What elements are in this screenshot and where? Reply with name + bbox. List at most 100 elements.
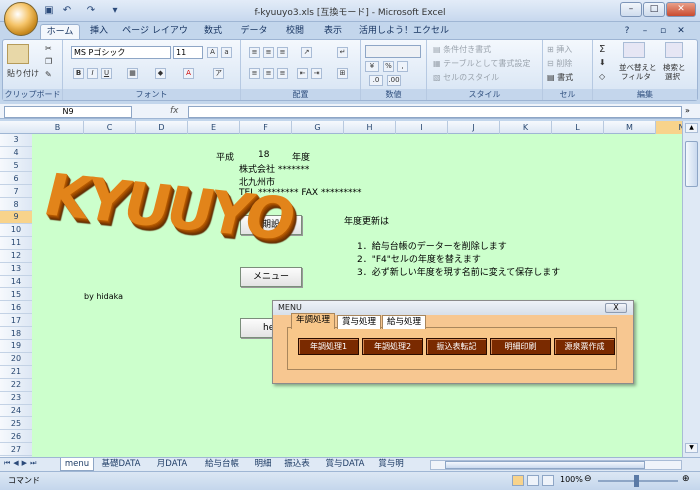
row-header-11[interactable]: 11 [0, 237, 32, 250]
sheet-tab-7[interactable]: 賞与明 [374, 458, 408, 471]
orientation-icon[interactable]: ↗ [301, 47, 312, 58]
row-header-4[interactable]: 4 [0, 147, 32, 160]
column-header-M[interactable]: M [604, 121, 656, 134]
clear-icon[interactable]: ◇ [599, 72, 605, 81]
column-header-G[interactable]: G [292, 121, 344, 134]
horizontal-scrollbar[interactable] [430, 460, 682, 470]
page-break-view-icon[interactable] [542, 475, 554, 486]
row-header-26[interactable]: 26 [0, 431, 32, 444]
row-header-24[interactable]: 24 [0, 405, 32, 418]
align-center-icon[interactable]: ≡ [263, 68, 274, 79]
paste-button[interactable]: 貼り付け [7, 68, 39, 79]
scroll-up-icon[interactable]: ▲ [685, 123, 698, 133]
row-header-12[interactable]: 12 [0, 250, 32, 263]
ribbon-restore-icon[interactable]: ▫ [656, 24, 670, 39]
minimize-button[interactable]: – [620, 2, 642, 17]
nenchou-2-button[interactable]: 年調処理2 [362, 338, 423, 355]
row-header-23[interactable]: 23 [0, 392, 32, 405]
row-header-6[interactable]: 6 [0, 173, 32, 186]
row-header-25[interactable]: 25 [0, 418, 32, 431]
normal-view-icon[interactable] [512, 475, 524, 486]
font-size-select[interactable]: 11 [173, 46, 203, 59]
column-header-D[interactable]: D [136, 121, 188, 134]
expand-formula-icon[interactable]: » [685, 106, 690, 115]
currency-icon[interactable]: ¥ [365, 61, 379, 72]
row-header-3[interactable]: 3 [0, 134, 32, 147]
merge-center-icon[interactable]: ⊞ [337, 68, 348, 79]
sheet-tab-1[interactable]: 基礎DATA [94, 458, 148, 471]
paste-icon[interactable] [7, 44, 29, 64]
sheet-nav-icon[interactable]: ⏮◀▶⏭ [4, 459, 39, 468]
column-header-L[interactable]: L [552, 121, 604, 134]
format-cells-button[interactable]: ▤ 書式 [547, 72, 573, 83]
tab-nenchou[interactable]: 年調処理 [291, 313, 336, 329]
office-button[interactable] [4, 2, 38, 36]
number-format-select[interactable] [365, 45, 421, 58]
page-layout-view-icon[interactable] [527, 475, 539, 486]
row-header-19[interactable]: 19 [0, 340, 32, 353]
column-header-E[interactable]: E [188, 121, 240, 134]
tab-kyuyo[interactable]: 給与処理 [382, 315, 427, 329]
tab-data[interactable]: データ [234, 24, 274, 39]
increase-decimal-icon[interactable]: .0 [369, 75, 383, 86]
dialog-close-button[interactable]: X [605, 303, 627, 313]
sheet-tab-3[interactable]: 給与台帳 [196, 458, 248, 471]
percent-button[interactable]: % [383, 61, 394, 72]
row-header-10[interactable]: 10 [0, 224, 32, 237]
zoom-out-icon[interactable]: ⊖ [584, 474, 592, 484]
row-header-22[interactable]: 22 [0, 379, 32, 392]
maximize-button[interactable]: □ [643, 2, 665, 17]
column-header-B[interactable]: B [32, 121, 84, 134]
conditional-format-button[interactable]: ▤ 条件付き書式 [433, 44, 491, 55]
ribbon-close-icon[interactable]: ✕ [674, 24, 688, 39]
redo-icon[interactable]: ↷ [84, 5, 98, 17]
row-header-27[interactable]: 27 [0, 444, 32, 457]
menu-button[interactable]: メニュー [240, 267, 302, 287]
vertical-scrollbar[interactable]: ▲ ▼ [682, 121, 700, 457]
quick-access-dropdown-icon[interactable]: ▾ [108, 5, 122, 17]
align-right-icon[interactable]: ≡ [277, 68, 288, 79]
row-header-21[interactable]: 21 [0, 366, 32, 379]
fill-icon[interactable]: ⬇ [599, 58, 606, 67]
scroll-thumb[interactable] [685, 141, 698, 187]
underline-button[interactable]: U [101, 68, 112, 79]
close-button[interactable]: ✕ [666, 2, 696, 17]
row-header-5[interactable]: 5 [0, 160, 32, 173]
tab-home[interactable]: ホーム [40, 24, 80, 39]
row-header-16[interactable]: 16 [0, 302, 32, 315]
zoom-in-icon[interactable]: ⊕ [682, 474, 690, 484]
italic-button[interactable]: I [87, 68, 98, 79]
bold-button[interactable]: B [73, 68, 84, 79]
save-icon[interactable]: ▣ [42, 5, 56, 17]
autosum-button[interactable]: Σ [599, 44, 605, 55]
tab-page-layout[interactable]: ページ レイアウト [120, 24, 190, 51]
sheet-tab-5[interactable]: 振込表 [278, 458, 316, 471]
function-icon[interactable]: fx [170, 106, 184, 118]
row-header-14[interactable]: 14 [0, 276, 32, 289]
align-top-icon[interactable]: ≡ [249, 47, 260, 58]
cut-icon[interactable]: ✂ [45, 44, 52, 53]
furikomi-button[interactable]: 振込表転記 [426, 338, 487, 355]
align-left-icon[interactable]: ≡ [249, 68, 260, 79]
column-header-H[interactable]: H [344, 121, 396, 134]
row-header-7[interactable]: 7 [0, 186, 32, 199]
decrease-decimal-icon[interactable]: .00 [387, 75, 401, 86]
column-header-F[interactable]: F [240, 121, 292, 134]
align-middle-icon[interactable]: ≡ [263, 47, 274, 58]
tab-addin[interactable]: 活用しよう！エクセル [356, 24, 452, 39]
zoom-slider-thumb[interactable] [634, 475, 639, 487]
column-header-K[interactable]: K [500, 121, 552, 134]
sheet-tab-2[interactable]: 月DATA [148, 458, 196, 471]
tab-view[interactable]: 表示 [316, 24, 350, 39]
comma-button[interactable]: , [397, 61, 408, 72]
fill-color-icon[interactable]: ◆ [155, 68, 166, 79]
grow-font-icon[interactable]: A [207, 47, 218, 58]
wrap-text-icon[interactable]: ↵ [337, 47, 348, 58]
phonetic-icon[interactable]: ア [213, 68, 224, 79]
undo-icon[interactable]: ↶ [60, 5, 74, 17]
row-header-13[interactable]: 13 [0, 263, 32, 276]
delete-cells-button[interactable]: ⊟ 削除 [547, 58, 572, 69]
row-header-9[interactable]: 9 [0, 211, 32, 224]
cell-styles-button[interactable]: ▧ セルのスタイル [433, 72, 499, 83]
tab-formulas[interactable]: 数式 [196, 24, 230, 39]
